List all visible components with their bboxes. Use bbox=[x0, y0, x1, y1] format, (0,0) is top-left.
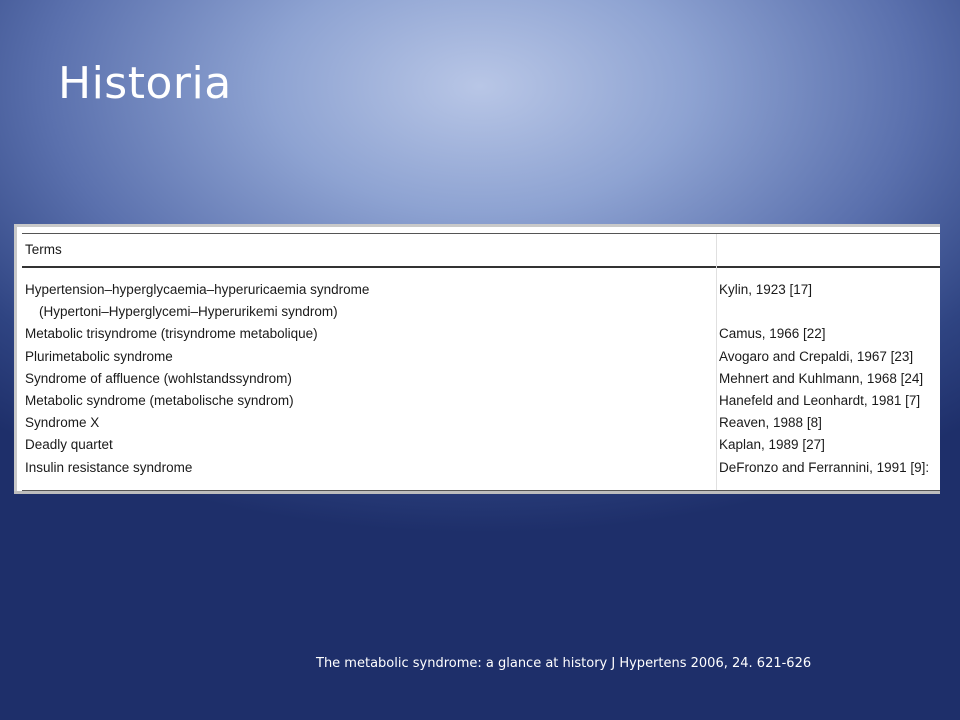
reference-cell: Kylin, 1923 [17] bbox=[719, 282, 813, 297]
terms-table: Terms Hypertension–hyperglycaemia–hyperu… bbox=[14, 224, 940, 494]
term-cell: Plurimetabolic syndrome bbox=[25, 348, 173, 364]
table-body: Hypertension–hyperglycaemia–hyperuricaem… bbox=[14, 282, 940, 482]
slide-title: Historia bbox=[58, 58, 232, 109]
table-rule-header bbox=[22, 266, 940, 268]
table-row: Metabolic syndrome (metabolische syndrom… bbox=[14, 393, 940, 415]
term-cell: Insulin resistance syndrome bbox=[25, 459, 193, 475]
table-row: Metabolic trisyndrome (trisyndrome metab… bbox=[14, 326, 940, 348]
table-row: Deadly quartet Kaplan, 1989 [27] bbox=[14, 437, 940, 459]
term-cell: Syndrome X bbox=[25, 415, 100, 431]
table-header-terms: Terms bbox=[25, 242, 62, 257]
table-row: Insulin resistance syndrome DeFronzo and… bbox=[14, 460, 940, 482]
table-rule-bottom bbox=[22, 490, 940, 491]
reference-cell: DeFronzo and Ferrannini, 1991 [9]: bbox=[719, 459, 930, 475]
term-cell: (Hypertoni–Hyperglycemi–Hyperurikemi syn… bbox=[39, 304, 338, 320]
reference-cell: Camus, 1966 [22] bbox=[719, 326, 826, 342]
table-frame-top bbox=[14, 224, 940, 227]
reference-cell: Kaplan, 1989 [27] bbox=[719, 437, 825, 453]
table-row: Plurimetabolic syndrome Avogaro and Crep… bbox=[14, 349, 940, 371]
term-cell: Syndrome of affluence (wohlstandssyndrom… bbox=[25, 370, 292, 386]
term-cell: Deadly quartet bbox=[25, 437, 113, 453]
term-cell: Hypertension–hyperglycaemia–hyperuricaem… bbox=[25, 282, 370, 297]
table-row: (Hypertoni–Hyperglycemi–Hyperurikemi syn… bbox=[14, 304, 940, 326]
reference-cell: Reaven, 1988 [8] bbox=[719, 415, 822, 431]
source-citation: The metabolic syndrome: a glance at hist… bbox=[316, 656, 812, 671]
table-row: Hypertension–hyperglycaemia–hyperuricaem… bbox=[14, 282, 940, 304]
table-rule-top bbox=[22, 233, 940, 234]
reference-cell: Avogaro and Crepaldi, 1967 [23] bbox=[719, 348, 914, 364]
term-cell: Metabolic trisyndrome (trisyndrome metab… bbox=[25, 326, 318, 342]
reference-cell: Mehnert and Kuhlmann, 1968 [24] bbox=[719, 370, 924, 386]
term-cell: Metabolic syndrome (metabolische syndrom… bbox=[25, 392, 294, 408]
table-row: Syndrome X Reaven, 1988 [8] bbox=[14, 415, 940, 437]
table-frame-bottom bbox=[14, 491, 940, 494]
table-row: Syndrome of affluence (wohlstandssyndrom… bbox=[14, 371, 940, 393]
reference-cell: Hanefeld and Leonhardt, 1981 [7] bbox=[719, 392, 921, 408]
